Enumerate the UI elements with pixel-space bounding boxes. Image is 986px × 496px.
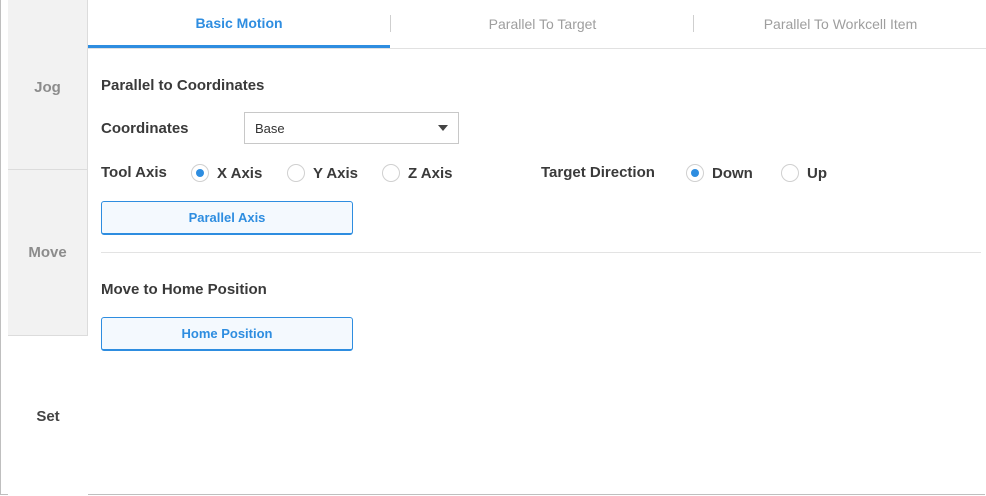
coordinates-select-value: Base xyxy=(255,120,285,136)
window-frame xyxy=(0,0,985,495)
radio-circle-icon xyxy=(686,164,704,182)
parallel-section-title: Parallel to Coordinates xyxy=(101,77,265,94)
nav-item-set-label: Set xyxy=(36,407,60,425)
tab-parallel-to-target[interactable]: Parallel To Target xyxy=(390,0,695,48)
tab-bar: Basic Motion Parallel To Target Parallel… xyxy=(88,0,986,49)
tab-basic-motion[interactable]: Basic Motion xyxy=(88,0,390,48)
home-position-button[interactable]: Home Position xyxy=(101,317,353,351)
radio-x-axis[interactable]: X Axis xyxy=(191,164,262,182)
nav-item-jog-label: Jog xyxy=(34,79,61,96)
radio-z-axis-label: Z Axis xyxy=(408,164,453,182)
home-section-title: Move to Home Position xyxy=(101,281,267,298)
section-divider xyxy=(101,252,981,253)
parallel-axis-button[interactable]: Parallel Axis xyxy=(101,201,353,235)
coordinates-label: Coordinates xyxy=(101,120,189,137)
tab-separator xyxy=(693,15,694,32)
side-navigation: Jog Move Set xyxy=(8,0,88,496)
radio-down-label: Down xyxy=(712,164,753,182)
nav-item-move[interactable]: Move xyxy=(8,170,88,336)
caret-down-icon xyxy=(438,125,448,131)
target-direction-label: Target Direction xyxy=(541,164,655,181)
tab-parallel-to-workcell-item[interactable]: Parallel To Workcell Item xyxy=(695,0,986,48)
radio-z-axis[interactable]: Z Axis xyxy=(382,164,452,182)
nav-item-jog[interactable]: Jog xyxy=(8,0,88,170)
radio-circle-icon xyxy=(191,164,209,182)
tool-axis-label: Tool Axis xyxy=(101,164,167,181)
nav-item-set[interactable]: Set xyxy=(8,336,88,496)
radio-up-label: Up xyxy=(807,164,827,182)
radio-x-axis-label: X Axis xyxy=(217,164,263,182)
radio-up[interactable]: Up xyxy=(781,164,827,182)
radio-circle-icon xyxy=(382,164,400,182)
coordinates-select[interactable]: Base xyxy=(244,112,459,144)
radio-circle-icon xyxy=(781,164,799,182)
radio-y-axis[interactable]: Y Axis xyxy=(287,164,358,182)
radio-down[interactable]: Down xyxy=(686,164,753,182)
radio-y-axis-label: Y Axis xyxy=(313,164,359,182)
radio-circle-icon xyxy=(287,164,305,182)
nav-item-move-label: Move xyxy=(28,244,67,261)
